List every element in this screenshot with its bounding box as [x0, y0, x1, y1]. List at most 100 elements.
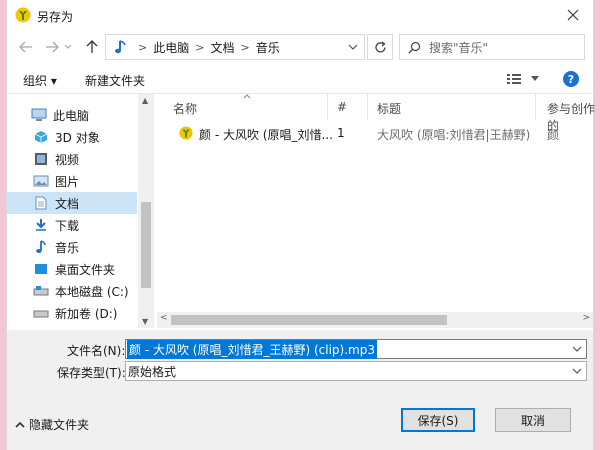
computer-icon — [31, 108, 47, 121]
nav-item-local-disk-c[interactable]: 本地磁盘 (C:) — [7, 280, 137, 302]
nav-item-label: 下载 — [55, 218, 80, 233]
video-icon — [35, 153, 47, 165]
list-view-icon — [507, 74, 521, 84]
horizontal-scroll-thumb[interactable] — [171, 315, 447, 325]
up-button[interactable] — [83, 39, 101, 55]
picture-icon — [33, 175, 49, 187]
nav-item-music[interactable]: 音乐 — [7, 236, 137, 258]
column-divider[interactable] — [535, 94, 536, 120]
nav-item-documents[interactable]: 文档 — [7, 192, 137, 214]
scroll-up-icon[interactable]: ▲ — [142, 96, 148, 105]
chevron-down-icon[interactable] — [572, 344, 582, 354]
file-number: 1 — [337, 126, 345, 140]
chevron-right-icon: > — [195, 40, 205, 54]
address-bar[interactable]: > 此电脑 > 文档 > 音乐 — [105, 34, 365, 60]
document-icon — [35, 196, 47, 210]
horizontal-scrollbar[interactable]: < > — [157, 312, 593, 328]
search-input[interactable]: 搜索"音乐" — [399, 34, 585, 60]
breadcrumb-segment[interactable]: 音乐 — [256, 39, 280, 56]
nav-item-label: 本地磁盘 (C:) — [55, 284, 129, 299]
save-type-label: 保存类型(T): — [57, 366, 126, 380]
chevron-down-icon — [64, 44, 72, 49]
help-icon: ? — [567, 72, 575, 86]
hide-folders-label: 隐藏文件夹 — [29, 418, 90, 432]
download-icon — [36, 219, 46, 231]
forward-button[interactable] — [43, 39, 61, 55]
cube-icon — [34, 131, 48, 143]
nav-item-new-volume-d[interactable]: 新加卷 (D:) — [7, 302, 137, 324]
search-icon — [408, 41, 421, 53]
nav-item-label: 视频 — [55, 152, 80, 167]
organize-menu[interactable]: 组织 ▾ — [23, 72, 57, 89]
nav-item-label: 音乐 — [55, 240, 80, 255]
chevron-down-icon[interactable] — [348, 41, 358, 53]
scroll-left-icon[interactable]: < — [160, 313, 168, 323]
cancel-button[interactable]: 取消 — [495, 408, 571, 432]
nav-item-downloads[interactable]: 下载 — [7, 214, 137, 236]
chevron-up-icon — [15, 421, 25, 428]
chevron-down-icon — [572, 368, 582, 374]
column-header-title[interactable]: 标题 — [377, 100, 401, 117]
nav-item-videos[interactable]: 视频 — [7, 148, 137, 170]
scroll-down-icon[interactable]: ▼ — [142, 317, 148, 326]
close-button[interactable] — [561, 4, 585, 26]
refresh-button[interactable] — [367, 34, 393, 60]
breadcrumb-segment[interactable]: 此电脑 — [153, 39, 189, 56]
arrow-right-icon — [46, 41, 59, 53]
breadcrumb-segment[interactable]: 文档 — [210, 39, 234, 56]
nav-scroll-thumb[interactable] — [141, 202, 151, 288]
file-row[interactable]: 颜 - 大风吹 (原唱_刘惜... 1 大风吹 (原唱:刘惜君|王赫野) 颜 — [157, 122, 593, 144]
chevron-down-icon — [531, 76, 539, 81]
music-note-icon — [36, 240, 46, 253]
view-options-button[interactable] — [507, 73, 539, 85]
arrow-left-icon — [19, 41, 32, 53]
drive-icon — [33, 310, 49, 318]
search-placeholder: 搜索"音乐" — [429, 40, 489, 55]
close-icon — [567, 9, 579, 21]
window-title: 另存为 — [37, 10, 74, 24]
filename-label: 文件名(N): — [67, 344, 126, 358]
scroll-right-icon[interactable]: > — [582, 313, 590, 323]
title-bar: 另存为 — [7, 0, 593, 30]
nav-item-label: 文档 — [55, 196, 80, 211]
nav-item-label: 3D 对象 — [55, 130, 100, 145]
music-note-icon — [115, 40, 126, 54]
nav-item-pictures[interactable]: 图片 — [7, 170, 137, 192]
column-divider[interactable] — [367, 94, 368, 120]
file-list: 名称 # 标题 参与创作的 颜 - 大风吹 (原唱_刘惜... 1 大风吹 (原… — [157, 94, 595, 328]
filename-field[interactable]: 颜 - 大风吹 (原唱_刘惜君_王赫野) (clip).mp3 — [125, 339, 587, 359]
nav-item-3d-objects[interactable]: 3D 对象 — [7, 126, 137, 148]
column-header-name[interactable]: 名称 — [173, 100, 197, 117]
column-header-number[interactable]: # — [337, 100, 347, 114]
new-folder-button[interactable]: 新建文件夹 — [85, 72, 145, 89]
arrow-up-icon — [86, 40, 98, 53]
back-button[interactable] — [17, 39, 35, 55]
save-as-dialog: 另存为 > 此电脑 > 文档 > 音乐 搜索"音乐" 组织 ▾ 新建文件夹 ? … — [6, 0, 595, 450]
nav-item-desktop[interactable]: 桌面文件夹 — [7, 258, 137, 280]
recent-dropdown[interactable] — [63, 39, 73, 55]
save-type-value: 原始格式 — [128, 364, 177, 379]
sort-ascending-icon — [243, 94, 251, 99]
app-logo-icon — [179, 126, 193, 140]
nav-scrollbar[interactable]: ▲ ▼ — [138, 94, 154, 328]
hide-folders-toggle[interactable]: 隐藏文件夹 — [15, 416, 89, 433]
save-form: 文件名(N): 颜 - 大风吹 (原唱_刘惜君_王赫野) (clip).mp3 … — [7, 330, 593, 450]
address-row: > 此电脑 > 文档 > 音乐 搜索"音乐" — [7, 30, 593, 64]
desktop-icon — [35, 264, 47, 274]
column-divider[interactable] — [327, 94, 328, 120]
file-artist: 颜 — [547, 128, 560, 142]
filename-value: 颜 - 大风吹 (原唱_刘惜君_王赫野) (clip).mp3 — [127, 339, 377, 359]
chevron-right-icon: > — [138, 40, 148, 54]
refresh-icon — [374, 40, 386, 52]
nav-item-label: 桌面文件夹 — [55, 262, 116, 277]
save-button[interactable]: 保存(S) — [401, 408, 475, 432]
drive-icon — [33, 286, 49, 296]
help-button[interactable]: ? — [563, 71, 579, 87]
nav-item-label: 图片 — [55, 174, 80, 189]
save-type-select[interactable]: 原始格式 — [125, 361, 587, 381]
chevron-right-icon: > — [240, 40, 250, 54]
file-name: 颜 - 大风吹 (原唱_刘惜... — [199, 128, 333, 142]
app-logo-icon — [15, 7, 31, 23]
nav-item-this-pc[interactable]: 此电脑 — [7, 104, 137, 126]
file-title: 大风吹 (原唱:刘惜君|王赫野) — [377, 128, 531, 142]
